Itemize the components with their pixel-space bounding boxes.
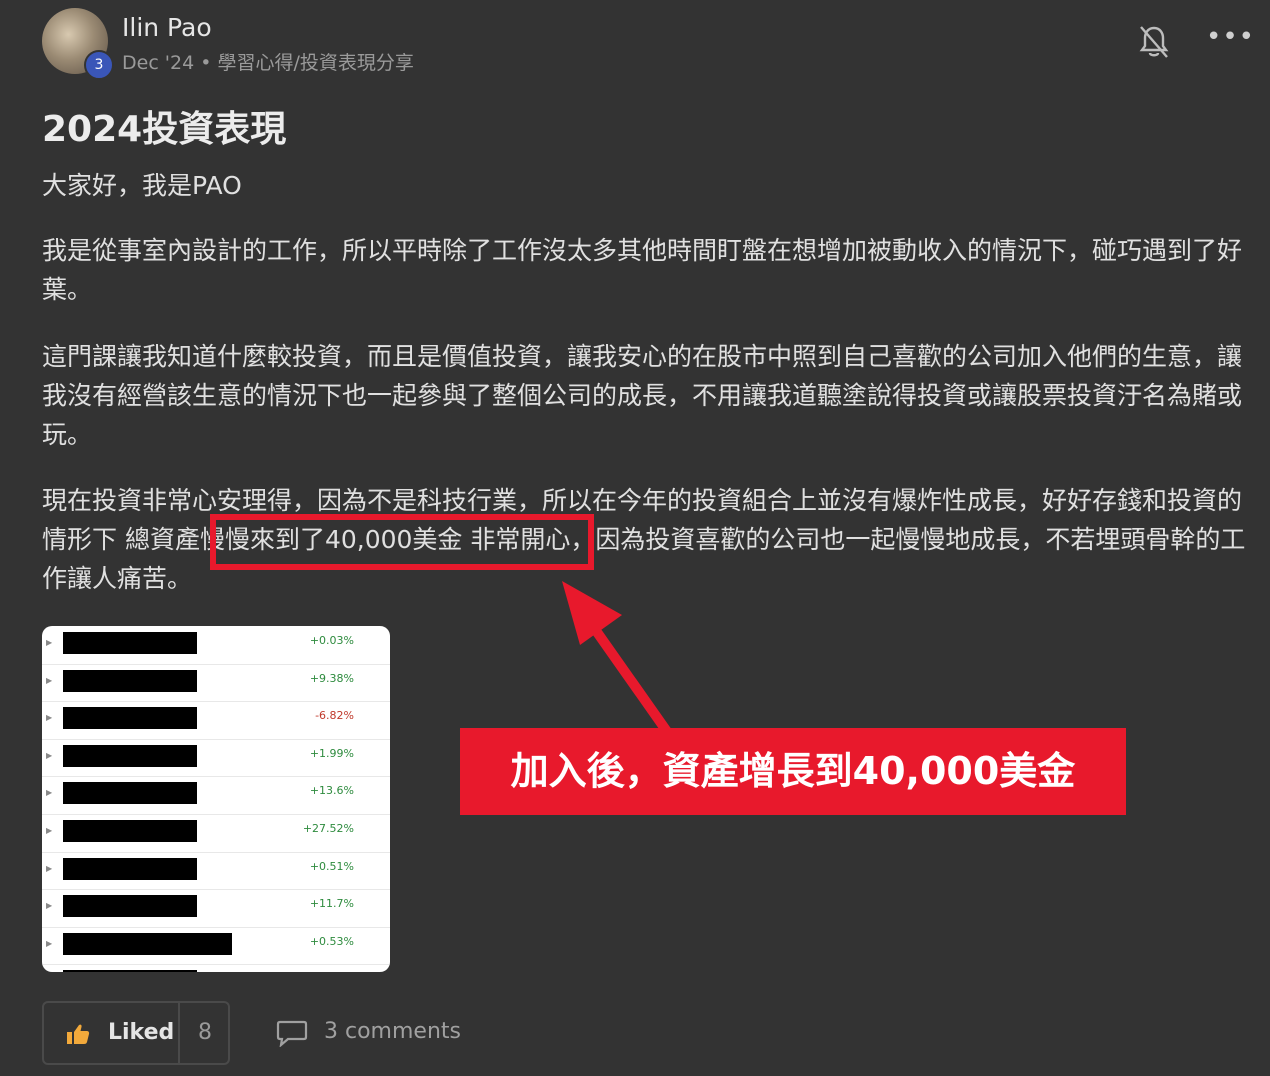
redacted-name [63, 744, 197, 767]
portfolio-row: ▶ +1.99% [42, 739, 390, 778]
portfolio-row: ▶ +11.7% [42, 889, 390, 928]
bell-off-icon[interactable] [1138, 24, 1170, 60]
like-divider [178, 1003, 180, 1063]
row-percent-change: +0.53% [309, 934, 354, 948]
author-name[interactable]: Ilin Pao [122, 13, 212, 42]
post-meta: Dec '24 • 學習心得/投資表現分享 [122, 52, 414, 74]
redacted-name [63, 820, 197, 842]
redacted-name [63, 932, 232, 955]
redacted-name [63, 895, 197, 918]
more-options-icon[interactable]: ••• [1206, 22, 1255, 52]
row-expand-icon: ▶ [46, 638, 53, 647]
post-title: 2024投資表現 [42, 109, 287, 150]
annotation-arrow [562, 581, 673, 735]
row-expand-icon: ▶ [46, 826, 53, 835]
portfolio-row: ▶ +9.38% [42, 664, 390, 703]
row-expand-icon: ▶ [46, 675, 53, 685]
level-badge: 3 [84, 50, 114, 80]
row-expand-icon: ▶ [46, 713, 53, 723]
portfolio-row: ▶ +13.6% [42, 776, 390, 815]
row-percent-change: +11.7% [309, 897, 354, 911]
like-count: 8 [198, 1020, 212, 1045]
redacted-name [63, 782, 197, 805]
comments-label: 3 comments [324, 1019, 461, 1044]
portfolio-row: ▶ -6.82% [42, 701, 390, 740]
row-expand-icon: ▶ [46, 901, 53, 911]
redacted-name [63, 707, 197, 730]
row-expand-icon: ▶ [46, 750, 53, 760]
row-expand-icon: ▶ [46, 788, 53, 798]
row-percent-change: +9.38% [309, 671, 354, 685]
annotation-callout: 加入後，資產增長到40,000美金 [460, 728, 1126, 815]
portfolio-screenshot[interactable]: ▶ +0.03% ▶ +9.38% ▶ -6.82% ▶ +1.99% ▶ +13.6% ▶ +27.… [42, 626, 390, 972]
redacted-name [63, 632, 197, 654]
like-button[interactable]: Liked 8 [42, 1001, 230, 1065]
row-expand-icon: ▶ [46, 938, 53, 948]
highlight-box [210, 514, 594, 570]
portfolio-row: ▶ +27.52% [42, 814, 390, 853]
row-percent-change: +27.52% [302, 822, 354, 835]
row-expand-icon: ▶ [46, 863, 53, 873]
portfolio-row: ▶ +0.51% [42, 852, 390, 891]
redacted-name [63, 970, 197, 972]
post-paragraph-1: 我是從事室內設計的工作，所以平時除了工作沒太多其他時間盯盤在想增加被動收入的情況… [42, 236, 1243, 304]
row-percent-change: +1.99% [309, 746, 354, 760]
portfolio-row: ▶ [42, 964, 390, 972]
row-percent-change: -6.82% [315, 709, 354, 723]
comment-bubble-icon [276, 1020, 308, 1047]
post-paragraph-greeting: 大家好，我是PAO [42, 171, 242, 200]
redacted-name [63, 857, 197, 880]
portfolio-row: ▶ +0.53% [42, 927, 390, 966]
thumbs-up-icon [67, 1024, 90, 1044]
row-percent-change: +13.6% [309, 784, 354, 798]
redacted-name [63, 669, 197, 692]
row-percent-change: +0.51% [309, 859, 354, 873]
post-paragraph-2: 這門課讓我知道什麼較投資，而且是價值投資，讓我安心的在股市中照到自己喜歡的公司加… [42, 342, 1243, 449]
row-percent-change: +0.03% [309, 634, 354, 647]
like-label: Liked [108, 1020, 175, 1045]
portfolio-row: ▶ +0.03% [42, 626, 390, 665]
